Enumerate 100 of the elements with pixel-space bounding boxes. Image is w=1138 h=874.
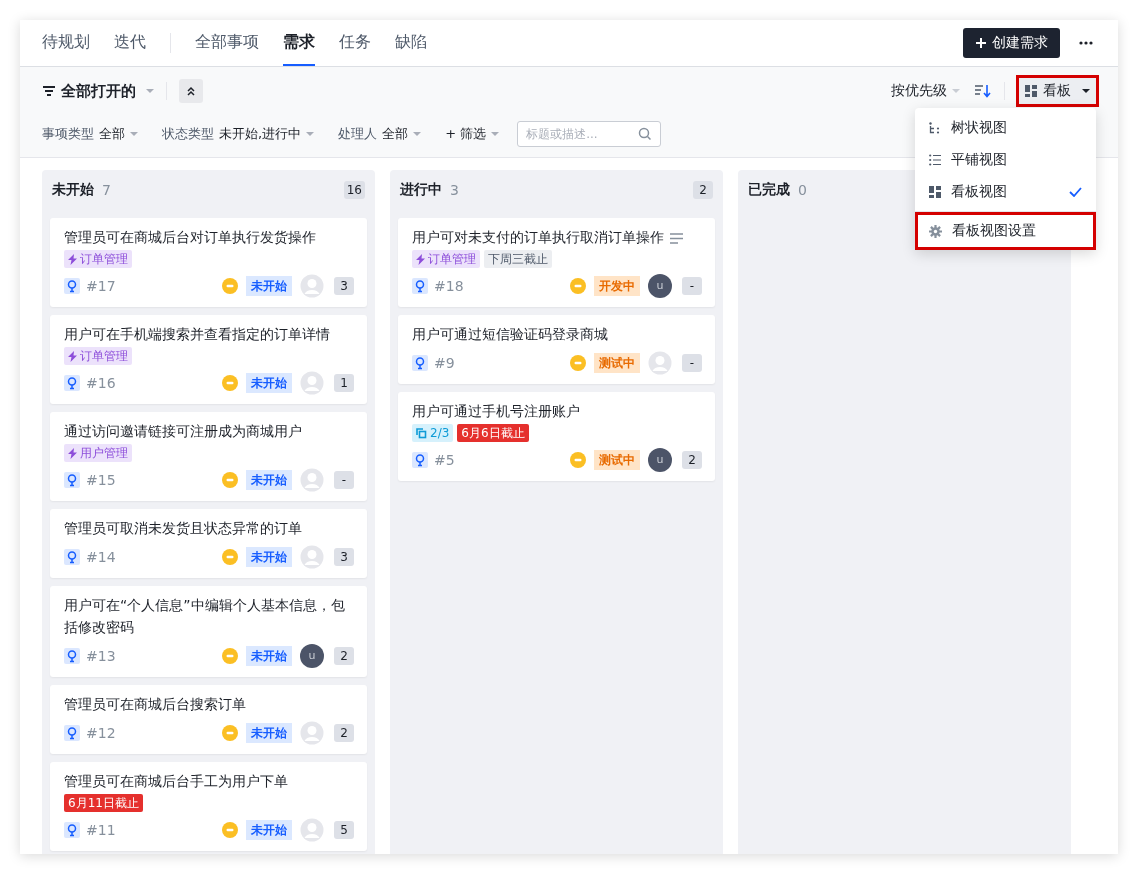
nav-tab[interactable]: 迭代	[114, 20, 146, 66]
issue-number: #5	[434, 452, 455, 468]
comment-count: 3	[334, 277, 354, 295]
issue-card[interactable]: 管理员可在商城后台搜索订单 #12 未开始 2	[50, 685, 367, 754]
column-count: 0	[798, 182, 807, 198]
epic-tag: 订单管理	[412, 250, 480, 268]
comment-count: 5	[334, 821, 354, 839]
issue-card[interactable]: 管理员可取消未发货且状态异常的订单 #14 未开始 3	[50, 509, 367, 578]
card-title: 用户可在“个人信息”中编辑个人基本信息，包括修改密码	[64, 597, 345, 635]
issue-number: #14	[86, 549, 116, 565]
card-title: 管理员可取消未发货且状态异常的订单	[64, 520, 302, 536]
comment-count: -	[682, 277, 702, 295]
status-label[interactable]: 未开始	[246, 820, 292, 840]
priority-icon	[570, 355, 586, 371]
nav-tab[interactable]: 待规划	[42, 20, 90, 66]
empty-avatar-icon	[300, 274, 324, 298]
lightning-icon	[68, 350, 77, 362]
view-filter-dropdown[interactable]: 全部打开的	[42, 81, 154, 101]
issue-card[interactable]: 用户可通过短信验证码登录商城 #9 测试中 -	[398, 315, 715, 384]
view-menu-item[interactable]: 看板视图	[915, 176, 1096, 208]
overdue-tag: 6月6日截止	[457, 424, 529, 442]
issue-card[interactable]: 管理员可在商城后台手工为用户下单 6月11日截止 #11 未开始 5	[50, 762, 367, 851]
subtask-tag: 2/3	[412, 424, 454, 442]
lightning-icon	[68, 253, 77, 265]
empty-avatar-icon	[300, 721, 324, 745]
status-label[interactable]: 未开始	[246, 723, 292, 743]
card-title: 管理员可在商城后台搜索订单	[64, 696, 246, 712]
check-icon	[1069, 187, 1082, 197]
menu-item-label: 看板视图	[951, 183, 1007, 201]
add-filter-button[interactable]: + 筛选	[445, 125, 500, 143]
filter-dropdown[interactable]: 状态类型 未开始,进行中	[162, 125, 315, 143]
issue-number: #18	[434, 278, 464, 294]
board-icon	[929, 186, 941, 198]
priority-icon	[222, 549, 238, 565]
priority-icon	[222, 278, 238, 294]
comment-count: 1	[334, 374, 354, 392]
issue-number: #12	[86, 725, 116, 741]
lightbulb-icon	[64, 648, 80, 664]
column-count: 3	[450, 182, 459, 198]
lightbulb-icon	[412, 355, 428, 371]
column-title: 未开始	[52, 181, 94, 199]
type-tab[interactable]: 任务	[339, 20, 371, 66]
comment-count: -	[682, 354, 702, 372]
status-label[interactable]: 未开始	[246, 646, 292, 666]
column-badge: 2	[693, 181, 713, 199]
empty-avatar-icon	[300, 468, 324, 492]
card-title: 管理员可在商城后台手工为用户下单	[64, 773, 288, 789]
plus-icon	[975, 37, 987, 49]
search-field[interactable]: 标题或描述...	[517, 121, 662, 147]
priority-icon	[222, 725, 238, 741]
issue-card[interactable]: 通过访问邀请链接可注册成为商城用户 用户管理 #15 未开始 -	[50, 412, 367, 501]
issue-number: #13	[86, 648, 116, 664]
status-label[interactable]: 未开始	[246, 547, 292, 567]
board-settings-item[interactable]: 看板视图设置	[915, 212, 1096, 250]
settings-icon	[929, 224, 942, 238]
double-chevron-up-icon	[186, 86, 196, 96]
lightbulb-icon	[412, 278, 428, 294]
issue-number: #11	[86, 822, 116, 838]
view-menu-item[interactable]: 树状视图	[915, 112, 1096, 144]
collapse-button[interactable]	[179, 79, 203, 103]
view-switch-button[interactable]: 看板	[1017, 76, 1098, 106]
lightbulb-icon	[64, 375, 80, 391]
empty-avatar-icon	[300, 371, 324, 395]
comment-count: 2	[334, 724, 354, 742]
card-title: 用户可对未支付的订单执行取消订单操作	[412, 229, 664, 245]
view-menu-item[interactable]: 平铺视图	[915, 144, 1096, 176]
lightning-icon	[416, 253, 425, 265]
create-button[interactable]: 创建需求	[963, 28, 1060, 58]
issue-number: #16	[86, 375, 116, 391]
filter-dropdown[interactable]: 事项类型 全部	[42, 125, 138, 143]
sort-dropdown[interactable]: 按优先级	[891, 82, 960, 100]
overdue-tag: 6月11日截止	[64, 794, 143, 812]
due-date-tag: 下周三截止	[484, 250, 552, 268]
issue-card[interactable]: 用户可在手机端搜索并查看指定的订单详情 订单管理 #16 未开始 1	[50, 315, 367, 404]
type-tab[interactable]: 全部事项	[195, 20, 259, 66]
status-label[interactable]: 未开始	[246, 276, 292, 296]
subtask-icon	[416, 427, 427, 439]
issue-number: #15	[86, 472, 116, 488]
issue-card[interactable]: 管理员可在商城后台对订单执行发货操作 订单管理 #17 未开始 3	[50, 218, 367, 307]
card-title: 管理员可在商城后台对订单执行发货操作	[64, 229, 316, 245]
epic-tag: 用户管理	[64, 444, 132, 462]
lightbulb-icon	[64, 725, 80, 741]
status-label[interactable]: 未开始	[246, 470, 292, 490]
user-avatar: u	[648, 274, 672, 298]
issue-card[interactable]: 用户可通过手机号注册账户 2/3 6月6日截止 #5 测试中 u 2	[398, 392, 715, 481]
column-badge: 16	[343, 181, 365, 199]
empty-avatar-icon	[648, 351, 672, 375]
comment-count: 2	[682, 451, 702, 469]
priority-icon	[222, 375, 238, 391]
filter-dropdown[interactable]: 处理人 全部	[338, 125, 422, 143]
search-icon[interactable]	[638, 127, 653, 141]
type-tab[interactable]: 缺陷	[395, 20, 427, 66]
column-title: 进行中	[400, 181, 442, 199]
board-icon	[1025, 85, 1037, 97]
sort-order-icon[interactable]	[974, 84, 992, 98]
epic-tag: 订单管理	[64, 250, 132, 268]
status-label[interactable]: 未开始	[246, 373, 292, 393]
issue-card[interactable]: 用户可在“个人信息”中编辑个人基本信息，包括修改密码 #13 未开始 u 2	[50, 586, 367, 677]
issue-card[interactable]: 用户可对未支付的订单执行取消订单操作 订单管理 下周三截止 #18 开发中 u -	[398, 218, 715, 307]
issue-number: #9	[434, 355, 455, 371]
